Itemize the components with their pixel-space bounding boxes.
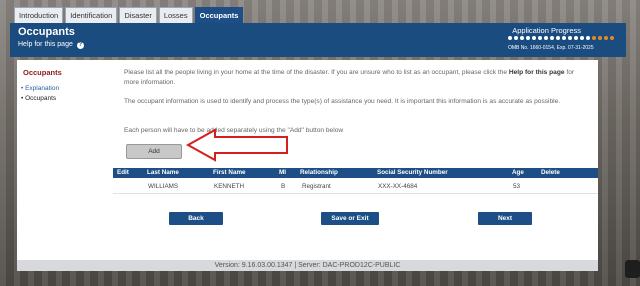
version-footer: Version: 9.16.03.00.1347 | Server: DAC-P… — [17, 260, 598, 271]
progress-dot — [574, 36, 578, 40]
occupants-table-header: Edit Last Name First Name MI Relationshi… — [113, 168, 598, 178]
progress-dot — [562, 36, 566, 40]
page-header: Occupants Help for this page ? Applicati… — [10, 23, 626, 57]
progress-dot — [598, 36, 602, 40]
progress-dots — [508, 36, 614, 40]
sidebar-item-label: Occupants — [25, 95, 57, 102]
tab-losses[interactable]: Losses — [158, 7, 193, 23]
purpose-paragraph: The occupant information is used to iden… — [124, 98, 561, 105]
col-age: Age — [512, 169, 524, 176]
help-inline-link[interactable]: Help for this page — [509, 69, 565, 76]
annotation-arrow-icon — [185, 128, 288, 162]
col-first-name: First Name — [213, 169, 246, 176]
col-last-name: Last Name — [147, 169, 179, 176]
help-icon: ? — [76, 42, 84, 49]
next-button[interactable]: Next — [478, 212, 532, 225]
col-edit: Edit — [117, 169, 129, 176]
progress-dot — [544, 36, 548, 40]
top-tabs: Introduction Identification Disaster Los… — [14, 7, 244, 23]
progress-dot — [526, 36, 530, 40]
sidebar-item-label: Explanation — [25, 85, 60, 92]
tab-introduction[interactable]: Introduction — [14, 7, 64, 23]
add-occupant-button[interactable]: Add — [126, 144, 182, 159]
col-delete: Delete — [541, 169, 560, 176]
main-content: Please list all the people living in you… — [113, 60, 598, 260]
progress-dot — [568, 36, 572, 40]
row-divider — [113, 193, 598, 194]
row-mi: B — [281, 183, 286, 190]
instructions-text: Please list all the people living in you… — [124, 69, 509, 76]
page-title: Occupants — [18, 26, 75, 38]
progress-dot — [580, 36, 584, 40]
col-relationship: Relationship — [300, 169, 338, 176]
sidebar-item-explanation[interactable]: • Explanation — [21, 85, 59, 92]
progress-dot — [508, 36, 512, 40]
tab-identification[interactable]: Identification — [65, 7, 118, 23]
row-age: 53 — [513, 183, 521, 190]
sidebar-title: Occupants — [23, 68, 62, 77]
row-ssn: XXX-XX-4684 — [378, 183, 418, 190]
save-exit-button[interactable]: Save or Exit — [321, 212, 379, 225]
progress-dot — [610, 36, 614, 40]
progress-dot — [550, 36, 554, 40]
row-last-name: WILLIAMS — [148, 183, 179, 190]
row-relationship: Registrant — [302, 183, 331, 190]
tab-disaster[interactable]: Disaster — [119, 7, 157, 23]
progress-dot — [538, 36, 542, 40]
col-mi: MI — [279, 169, 286, 176]
tab-occupants[interactable]: Occupants — [194, 7, 244, 23]
help-link[interactable]: Help for this page ? — [18, 41, 84, 49]
settings-gear-icon[interactable] — [625, 260, 640, 278]
progress-dot — [592, 36, 596, 40]
progress-dot — [586, 36, 590, 40]
progress-dot — [604, 36, 608, 40]
progress-dot — [520, 36, 524, 40]
omb-number: OMB No. 1660-0154, Exp. 07-31-2025 — [508, 45, 594, 51]
progress-dot — [532, 36, 536, 40]
help-link-label: Help for this page — [18, 41, 73, 48]
back-button[interactable]: Back — [169, 212, 223, 225]
row-first-name: KENNETH — [214, 183, 245, 190]
col-ssn: Social Security Number — [377, 169, 448, 176]
progress-dot — [514, 36, 518, 40]
progress-dot — [556, 36, 560, 40]
sidebar: Occupants • Explanation • Occupants — [17, 60, 114, 260]
instructions-paragraph: Please list all the people living in you… — [124, 68, 589, 87]
progress-label: Application Progress — [512, 26, 581, 35]
sidebar-item-occupants[interactable]: • Occupants — [21, 95, 56, 102]
